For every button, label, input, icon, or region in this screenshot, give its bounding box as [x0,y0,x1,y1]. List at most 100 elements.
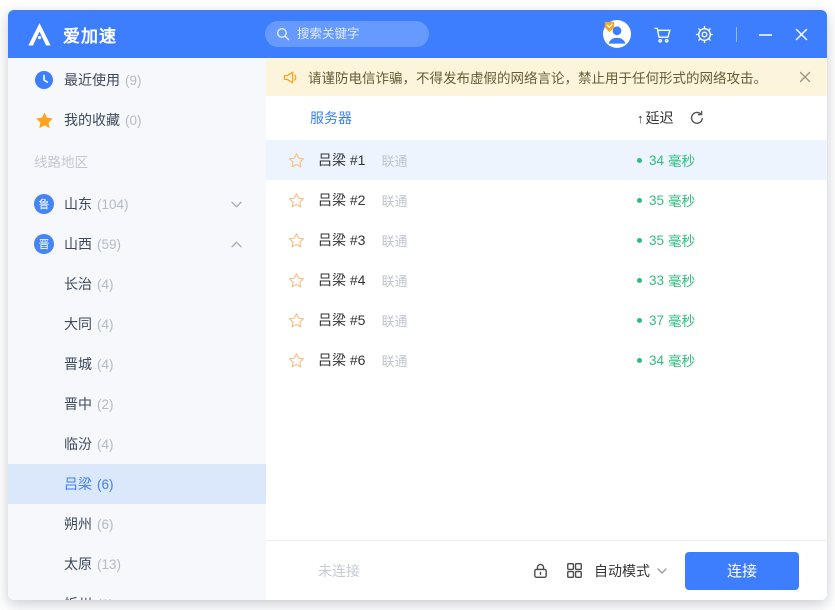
latency-unit: 毫秒 [668,354,696,369]
server-row[interactable]: 吕梁 #4 联通 33 毫秒 [266,260,827,300]
city-label: 长治 [64,276,92,292]
latency-unit: 毫秒 [668,234,696,249]
latency-dot [637,277,642,283]
province-count: (59) [97,236,122,252]
clock-icon [34,70,54,90]
server-carrier: 联通 [381,193,408,209]
cart-icon[interactable] [652,24,673,45]
server-column-header: 服务器 [310,110,352,126]
city-label: 晋中 [64,396,92,412]
sidebar-city-linfen[interactable]: 临汾 (4) [8,424,266,464]
latency-dot [637,357,642,363]
connect-button[interactable]: 连接 [685,551,799,590]
province-count: (104) [97,196,129,212]
close-button[interactable] [794,27,809,42]
province-label: 山东 [64,196,92,212]
city-count: (6) [97,516,114,532]
minimize-button[interactable] [758,27,773,42]
server-row[interactable]: 吕梁 #1 联通 34 毫秒 [266,140,827,180]
city-label: 临汾 [64,436,92,452]
sidebar-city-changzhi[interactable]: 长治 (4) [8,264,266,304]
latency-value: 34 [649,352,665,368]
server-name: 吕梁 #4 [318,272,366,288]
server-name: 吕梁 #3 [318,232,366,248]
favorite-star-icon[interactable] [288,232,305,249]
favorite-star-icon[interactable] [288,352,305,369]
city-label: 吕梁 [64,476,92,492]
app-title: 爱加速 [63,26,117,46]
warning-text: 请谨防电信诈骗，不得发布虚假的网络言论，禁止用于任何形式的网络攻击。 [308,71,767,86]
sidebar-city-jinzhong[interactable]: 晋中 (2) [8,384,266,424]
server-row[interactable]: 吕梁 #2 联通 35 毫秒 [266,180,827,220]
topbar-divider [736,26,737,42]
mode-dropdown[interactable]: 自动模式 [594,561,667,581]
section-header-regions: 线路地区 [34,155,88,170]
latency-value: 35 [649,192,665,208]
favorite-star-icon[interactable] [288,152,305,169]
city-label: 太原 [64,556,92,572]
favorite-star-icon[interactable] [288,272,305,289]
city-count: (2) [97,396,114,412]
latency-sort-control[interactable]: ↑ 延迟 [637,108,674,128]
latency-unit: 毫秒 [668,194,696,209]
sidebar-city-jincheng[interactable]: 晋城 (4) [8,344,266,384]
latency-unit: 毫秒 [668,274,696,289]
sidebar-province-shanxi[interactable]: 晋 山西 (59) [8,224,266,264]
refresh-icon[interactable] [689,110,705,126]
latency-value: 37 [649,312,665,328]
latency-column-header: 延迟 [645,110,674,126]
city-label: 忻州 [64,594,92,600]
latency-dot [637,317,642,323]
star-icon [34,110,54,130]
chevron-down-icon [657,567,667,574]
sidebar-item-count: (0) [125,112,142,128]
search-box[interactable] [265,21,429,47]
grid-mode-icon[interactable] [565,561,584,580]
lock-icon[interactable] [531,561,550,580]
city-label: 大同 [64,316,92,332]
city-label: 晋城 [64,356,92,372]
sidebar-city-datong[interactable]: 大同 (4) [8,304,266,344]
chevron-up-icon [231,241,242,248]
favorite-star-icon[interactable] [288,192,305,209]
mode-label: 自动模式 [594,562,650,579]
latency-dot [637,157,642,163]
city-count: (4) [97,276,114,292]
city-count: (4) [97,316,114,332]
server-row[interactable]: 吕梁 #3 联通 35 毫秒 [266,220,827,260]
megaphone-icon [282,69,299,86]
banner-close-icon[interactable] [799,71,811,83]
server-name: 吕梁 #1 [318,152,366,168]
connection-status-bar: 未连接 自动模式 连接 [266,540,827,600]
sidebar-city-shuozhou[interactable]: 朔州 (6) [8,504,266,544]
favorite-star-icon[interactable] [288,312,305,329]
search-input[interactable] [297,27,418,41]
latency-value: 34 [649,152,665,168]
sidebar-city-lvliang-selected[interactable]: 吕梁 (6) [8,464,266,504]
user-avatar[interactable] [603,20,631,48]
server-carrier: 联通 [381,273,408,289]
settings-gear-icon[interactable] [694,24,715,45]
sidebar-item-favorites[interactable]: 我的收藏 (0) [8,100,266,140]
logo-a-icon [28,22,51,45]
warning-banner: 请谨防电信诈骗，不得发布虚假的网络言论，禁止用于任何形式的网络攻击。 [266,58,827,96]
server-carrier: 联通 [381,233,408,249]
city-count: (4) [97,436,114,452]
sidebar-city-taiyuan[interactable]: 太原 (13) [8,544,266,584]
city-count: (13) [97,556,122,572]
server-row[interactable]: 吕梁 #5 联通 37 毫秒 [266,300,827,340]
main-panel: 请谨防电信诈骗，不得发布虚假的网络言论，禁止用于任何形式的网络攻击。 服务器 ↑… [266,58,827,600]
server-name: 吕梁 #5 [318,312,366,328]
app-logo: 爱加速 [26,21,117,48]
province-badge-icon: 鲁 [34,194,54,214]
sidebar-province-shandong[interactable]: 鲁 山东 (104) [8,184,266,224]
sidebar-item-label: 我的收藏 [64,112,120,128]
server-table-header: 服务器 ↑ 延迟 [266,96,827,140]
sidebar-item-recent[interactable]: 最近使用 (9) [8,60,266,100]
vip-badge-icon [604,21,615,33]
title-bar: 爱加速 [8,10,827,58]
city-count: (4) [97,356,114,372]
sidebar-city-xinzhou[interactable]: 忻州 (6) [8,584,266,600]
server-row[interactable]: 吕梁 #6 联通 34 毫秒 [266,340,827,380]
latency-unit: 毫秒 [668,154,696,169]
